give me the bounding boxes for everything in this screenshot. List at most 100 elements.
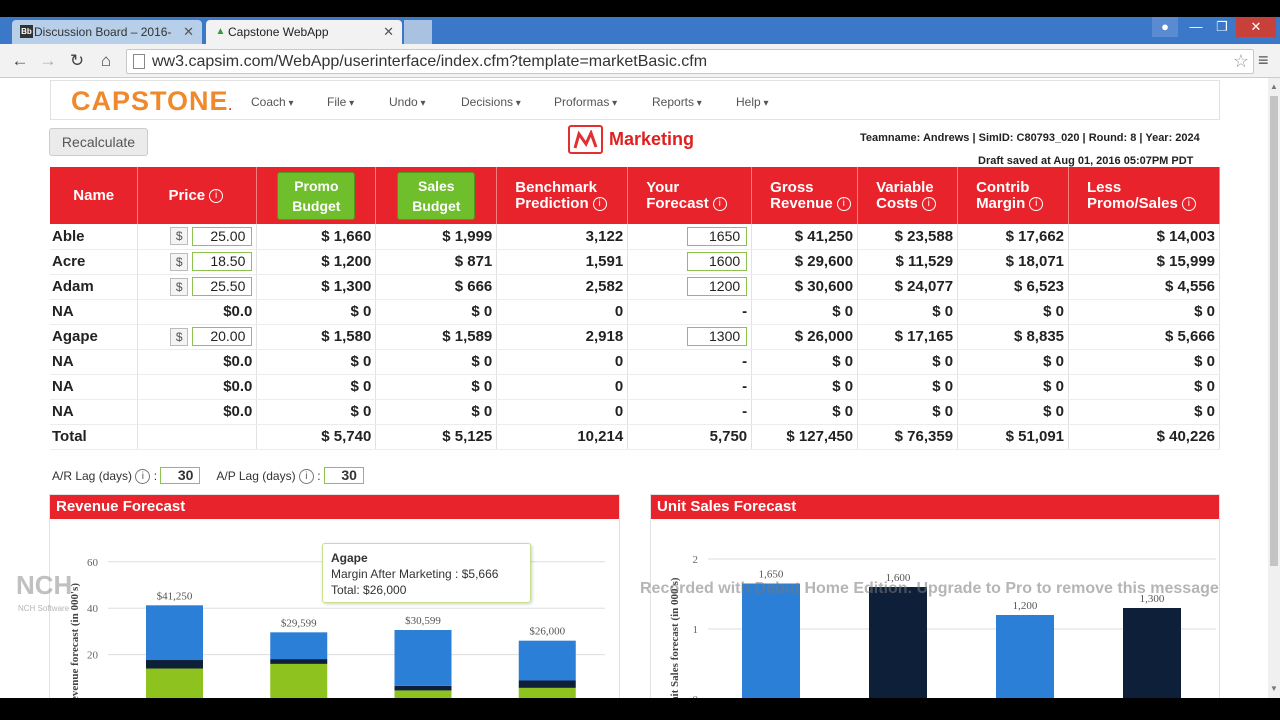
ar-lag-label: A/R Lag (days) (52, 469, 133, 483)
recalculate-button[interactable]: Recalculate (49, 128, 148, 156)
cell-sales-budget: $ 0 (375, 374, 498, 400)
cell-price: $ 25.00 (137, 224, 258, 250)
nav-file[interactable]: File (327, 95, 354, 109)
scroll-up-icon[interactable]: ▲ (1270, 82, 1278, 91)
browser-toolbar: ← → ↻ ⌂ ww3.capsim.com/WebApp/userinterf… (0, 44, 1280, 78)
cell-sales-budget: $ 1,589 (375, 324, 498, 350)
cell-name: NA (50, 299, 139, 325)
maximize-icon[interactable]: ❐ (1210, 17, 1234, 37)
cell-price (137, 424, 258, 450)
info-icon[interactable]: i (836, 196, 851, 211)
cell-contrib-margin: $ 0 (957, 349, 1069, 375)
info-icon[interactable]: i (921, 196, 936, 211)
close-tab-icon[interactable]: ✕ (383, 24, 394, 40)
new-tab-button[interactable] (404, 20, 432, 44)
price-input[interactable]: 25.50 (192, 277, 253, 296)
forecast-input[interactable]: 1300 (687, 327, 748, 346)
col-gross-revenue: Gross Revenue i (751, 167, 859, 224)
price-input[interactable]: 20.00 (192, 327, 253, 346)
cell-contrib-margin: $ 18,071 (957, 249, 1069, 275)
cell-sales-budget: $ 1,999 (375, 224, 498, 250)
chart-tooltip: Agape Margin After Marketing : $5,666 To… (322, 543, 531, 603)
promo-budget-button[interactable]: Promo Budget (277, 171, 356, 220)
info-icon[interactable]: i (209, 188, 224, 203)
bar-segment (518, 680, 576, 688)
close-window-icon[interactable]: ✕ (1236, 17, 1276, 37)
screen: Bb Discussion Board – 2016- ✕ ▲ Capstone… (0, 0, 1280, 720)
nav-decisions[interactable]: Decisions (461, 95, 521, 109)
nav-undo[interactable]: Undo (389, 95, 426, 109)
sales-budget-button[interactable]: Sales Budget (397, 171, 476, 220)
cell-variable-costs: $ 24,077 (857, 274, 959, 300)
cell-name: Total (50, 424, 139, 450)
unit-sales-forecast-title: Unit Sales Forecast (651, 495, 1219, 519)
cell-benchmark: 2,918 (496, 324, 629, 350)
nav-help[interactable]: Help (736, 95, 769, 109)
ap-lag-label: A/P Lag (days) (216, 469, 296, 483)
info-icon[interactable]: i (592, 196, 607, 211)
cell-forecast: - (627, 399, 753, 425)
forecast-input[interactable]: 1650 (687, 226, 748, 246)
close-tab-icon[interactable]: ✕ (183, 24, 194, 40)
cell-gross-revenue: $ 0 (751, 399, 859, 425)
forward-icon[interactable]: → (38, 51, 58, 71)
capstone-logo[interactable]: CAPSTONE. (71, 86, 233, 117)
price-input[interactable]: 25.00 (192, 226, 253, 246)
cell-promo-budget: $ 0 (256, 299, 377, 325)
scrollbar-thumb[interactable] (1270, 96, 1278, 566)
nav-proformas[interactable]: Proformas (554, 95, 617, 109)
home-icon[interactable]: ⌂ (96, 51, 116, 71)
scroll-down-icon[interactable]: ▼ (1270, 684, 1278, 693)
forecast-input[interactable]: 1600 (687, 252, 748, 271)
info-icon[interactable]: i (712, 196, 727, 211)
user-icon[interactable]: ● (1152, 17, 1178, 37)
table-row: Agape $ 20.00 $ 1,580 $ 1,589 2,918 1300 $ 26,… (50, 324, 1220, 350)
price-input[interactable]: 18.50 (192, 252, 253, 271)
info-icon[interactable]: i (1029, 196, 1044, 211)
cell-forecast: - (627, 349, 753, 375)
minimize-icon[interactable]: — (1184, 17, 1208, 37)
reload-icon[interactable]: ↻ (67, 51, 87, 71)
cell-variable-costs: $ 23,588 (857, 224, 959, 250)
cell-contrib-margin: $ 17,662 (957, 224, 1069, 250)
cell-total-contrib: $ 51,091 (957, 424, 1069, 450)
cell-contrib-margin: $ 0 (957, 299, 1069, 325)
bottom-border (0, 698, 1280, 720)
tab-capstone-webapp[interactable]: ▲ Capstone WebApp ✕ (206, 20, 402, 44)
bar-segment (394, 685, 452, 691)
nav-reports[interactable]: Reports (652, 95, 702, 109)
bar-segment (146, 605, 203, 661)
browser-menu-icon[interactable]: ≡ (1258, 51, 1274, 69)
cell-less-promo-sales: $ 4,556 (1068, 274, 1220, 300)
cell-name: NA (50, 349, 139, 375)
cell-variable-costs: $ 0 (857, 374, 959, 400)
info-icon[interactable]: i (1181, 196, 1196, 211)
info-icon[interactable]: i (135, 469, 151, 485)
table-row: NA $0.0 $ 0 $ 0 0- $ 0 $ 0 $ 0 $ 0 (50, 399, 1220, 425)
cell-variable-costs: $ 0 (857, 299, 959, 325)
top-border (0, 0, 1280, 17)
cell-total-less: $ 40,226 (1068, 424, 1220, 450)
y-tick-label: 40 (87, 603, 99, 615)
cell-less-promo-sales: $ 0 (1068, 349, 1220, 375)
address-bar[interactable]: ww3.capsim.com/WebApp/userinterface/inde… (126, 49, 1254, 74)
back-icon[interactable]: ← (10, 51, 30, 71)
tab-discussion-board[interactable]: Bb Discussion Board – 2016- ✕ (12, 20, 202, 44)
cell-benchmark: 3,122 (496, 224, 629, 250)
ar-lag-input[interactable]: 30 (160, 467, 201, 484)
cell-less-promo-sales: $ 5,666 (1068, 324, 1220, 350)
forecast-input[interactable]: 1200 (687, 277, 748, 296)
logo-text: CAPSTONE (71, 86, 229, 116)
cell-gross-revenue: $ 0 (751, 299, 859, 325)
bookmark-star-icon[interactable]: ☆ (1233, 50, 1249, 73)
cell-forecast: 1300 (627, 324, 753, 350)
ap-lag-input[interactable]: 30 (323, 467, 364, 484)
bar-segment (270, 659, 328, 664)
app-navbar: CAPSTONE. Coach File Undo Decisions Prof… (50, 80, 1220, 120)
page-scrollbar[interactable]: ▲ ▼ (1268, 78, 1280, 698)
nav-coach[interactable]: Coach (251, 95, 294, 109)
cell-benchmark: 0 (496, 299, 629, 325)
info-icon[interactable]: i (298, 469, 314, 485)
table-row: NA $0.0 $ 0 $ 0 0- $ 0 $ 0 $ 0 $ 0 (50, 349, 1220, 375)
unit-sales-forecast-chart: 012Unit Sales forecast (in 000's)1,6501,… (669, 554, 1216, 703)
